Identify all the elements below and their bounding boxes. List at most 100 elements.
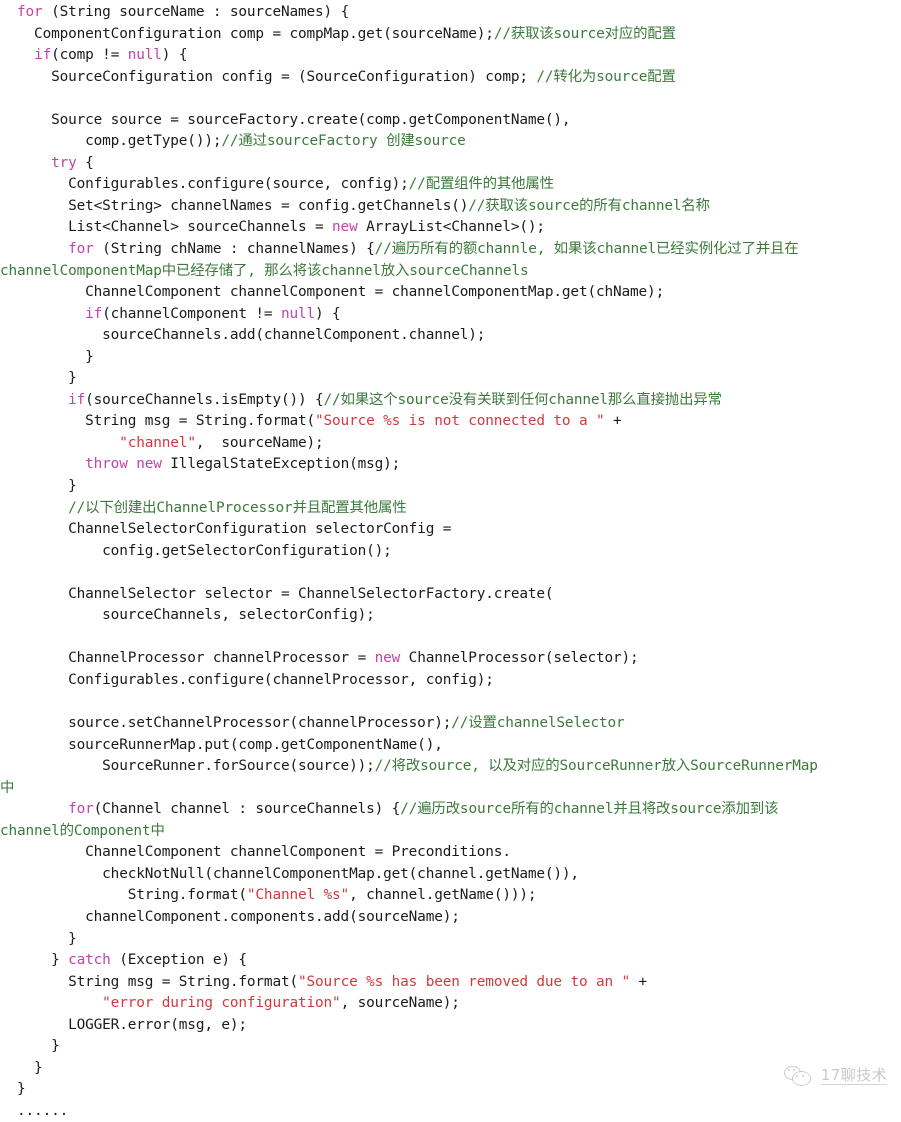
code-token-pl: , sourceName); — [195, 434, 324, 451]
code-token-pl: , sourceName); — [340, 995, 460, 1012]
code-line: channel的Component中 — [0, 821, 901, 843]
code-token-pl: } — [0, 1059, 43, 1076]
code-line: if(channelComponent != null) { — [0, 304, 901, 326]
code-token-pl: List<Channel> sourceChannels = — [0, 219, 333, 236]
code-token-pl: ) { — [161, 47, 188, 64]
code-line: Configurables.configure(source, config);… — [0, 174, 901, 196]
code-line: String msg = String.format("Source %s ha… — [0, 972, 901, 994]
code-line: sourceChannels.add(channelComponent.chan… — [0, 325, 901, 347]
code-line: } catch (Exception e) { — [0, 950, 901, 972]
code-token-kw: for — [68, 241, 94, 258]
code-token-pl: } — [0, 348, 94, 365]
code-line: ...... — [0, 1101, 901, 1122]
code-line: throw new IllegalStateException(msg); — [0, 454, 901, 476]
code-token-kw: null — [280, 305, 316, 322]
code-line: } — [0, 476, 901, 498]
code-token-str: "channel" — [119, 434, 196, 451]
code-token-pl: ) { — [315, 305, 341, 322]
code-token-cm: //以下创建出ChannelProcessor并且配置其他属性 — [0, 499, 407, 516]
code-token-pl: SourceConfiguration config = (SourceConf… — [0, 68, 537, 85]
code-line: try { — [0, 153, 901, 175]
code-token-pl: ChannelComponent channelComponent = Prec… — [0, 844, 511, 861]
code-line: sourceRunnerMap.put(comp.getComponentNam… — [0, 735, 901, 757]
code-line: List<Channel> sourceChannels = new Array… — [0, 217, 901, 239]
code-token-cm: //通过sourceFactory 创建source — [221, 133, 466, 150]
code-line: ComponentConfiguration comp = compMap.ge… — [0, 24, 901, 46]
code-token-cm: channel的Component中 — [0, 822, 165, 839]
code-line: } — [0, 347, 901, 369]
code-token-pl: IllegalStateException(msg); — [161, 456, 401, 473]
code-line: 中 — [0, 778, 901, 800]
code-token-pl: comp.getType()); — [0, 133, 222, 150]
code-line: ChannelComponent channelComponent = Prec… — [0, 842, 901, 864]
code-token-pl: } — [0, 930, 77, 947]
code-line: LOGGER.error(msg, e); — [0, 1015, 901, 1037]
code-token-pl: , channel.getName())); — [349, 887, 537, 904]
code-token-pl: ChannelProcessor(selector); — [400, 650, 639, 667]
code-line: } — [0, 1058, 901, 1080]
code-line: for (String sourceName : sourceNames) { — [0, 2, 901, 24]
code-token-pl: + — [630, 973, 648, 990]
code-token-cm: //获取该source对应的配置 — [493, 25, 676, 42]
code-line: String msg = String.format("Source %s is… — [0, 411, 901, 433]
code-token-pl: source.setChannelProcessor(channelProces… — [0, 715, 452, 732]
code-line: ChannelProcessor channelProcessor = new … — [0, 648, 901, 670]
code-line: SourceRunner.forSource(source));//将改sour… — [0, 756, 901, 778]
code-token-pl: (sourceChannels.isEmpty()) { — [85, 391, 324, 408]
code-token-pl: ChannelSelectorConfiguration selectorCon… — [0, 521, 452, 538]
code-line: ChannelComponent channelComponent = chan… — [0, 282, 901, 304]
code-line: "channel", sourceName); — [0, 433, 901, 455]
code-token-kw: new — [332, 219, 358, 236]
code-token-pl: ...... — [0, 1102, 69, 1119]
code-token-pl: String.format( — [0, 887, 247, 904]
code-token-pl: (comp != — [51, 47, 128, 64]
code-line: source.setChannelProcessor(channelProces… — [0, 713, 901, 735]
code-token-pl: SourceRunner.forSource(source)); — [0, 758, 375, 775]
code-token-cm: //获取该source的所有channel名称 — [468, 197, 710, 214]
code-line: if(comp != null) { — [0, 45, 901, 67]
code-token-cm: //将改source, 以及对应的SourceRunner放入SourceRun… — [374, 758, 818, 775]
code-token-pl: { — [76, 154, 94, 171]
code-token-kw: if — [85, 305, 103, 322]
code-snippet-surface: for (String sourceName : sourceNames) { … — [0, 0, 901, 1119]
code-token-str: "error during configuration" — [102, 995, 341, 1012]
code-token-pl: sourceRunnerMap.put(comp.getComponentNam… — [0, 736, 443, 753]
code-line: checkNotNull(channelComponentMap.get(cha… — [0, 864, 901, 886]
code-token-pl: (Channel channel : sourceChannels) { — [93, 801, 401, 818]
code-token-cm: channelComponentMap中已经存储了, 那么将该channel放入… — [0, 262, 529, 279]
code-token-kw: new — [374, 650, 401, 667]
code-token-kw: throw — [85, 456, 128, 473]
code-line: Set<String> channelNames = config.getCha… — [0, 196, 901, 218]
code-token-pl: LOGGER.error(msg, e); — [0, 1016, 247, 1033]
code-token-kw: catch — [68, 952, 111, 969]
code-line: "error during configuration", sourceName… — [0, 993, 901, 1015]
code-token-pl: Set<String> channelNames = config.getCha… — [0, 197, 469, 214]
code-line: config.getSelectorConfiguration(); — [0, 541, 901, 563]
code-token-cm: //配置组件的其他属性 — [408, 176, 554, 193]
code-token-pl: Source source = sourceFactory.create(com… — [0, 111, 571, 128]
code-line: } — [0, 368, 901, 390]
code-line: String.format("Channel %s", channel.getN… — [0, 885, 901, 907]
code-token-cm: //遍历所有的额channle, 如果该channel已经实例化过了并且在 — [374, 241, 799, 258]
code-line: for (String chName : channelNames) {//遍历… — [0, 239, 901, 261]
code-token-cm: //设置channelSelector — [451, 715, 625, 732]
code-line: channelComponentMap中已经存储了, 那么将该channel放入… — [0, 261, 901, 283]
code-line: for(Channel channel : sourceChannels) {/… — [0, 799, 901, 821]
code-token-kw: try — [51, 154, 77, 171]
code-token-cm: //遍历改source所有的channel并且将改source添加到该 — [400, 801, 779, 818]
code-token-pl: Configurables.configure(source, config); — [0, 176, 409, 193]
code-token-cm: 中 — [0, 779, 15, 796]
code-token-kw: if — [34, 47, 52, 64]
code-line: channelComponent.components.add(sourceNa… — [0, 907, 901, 929]
